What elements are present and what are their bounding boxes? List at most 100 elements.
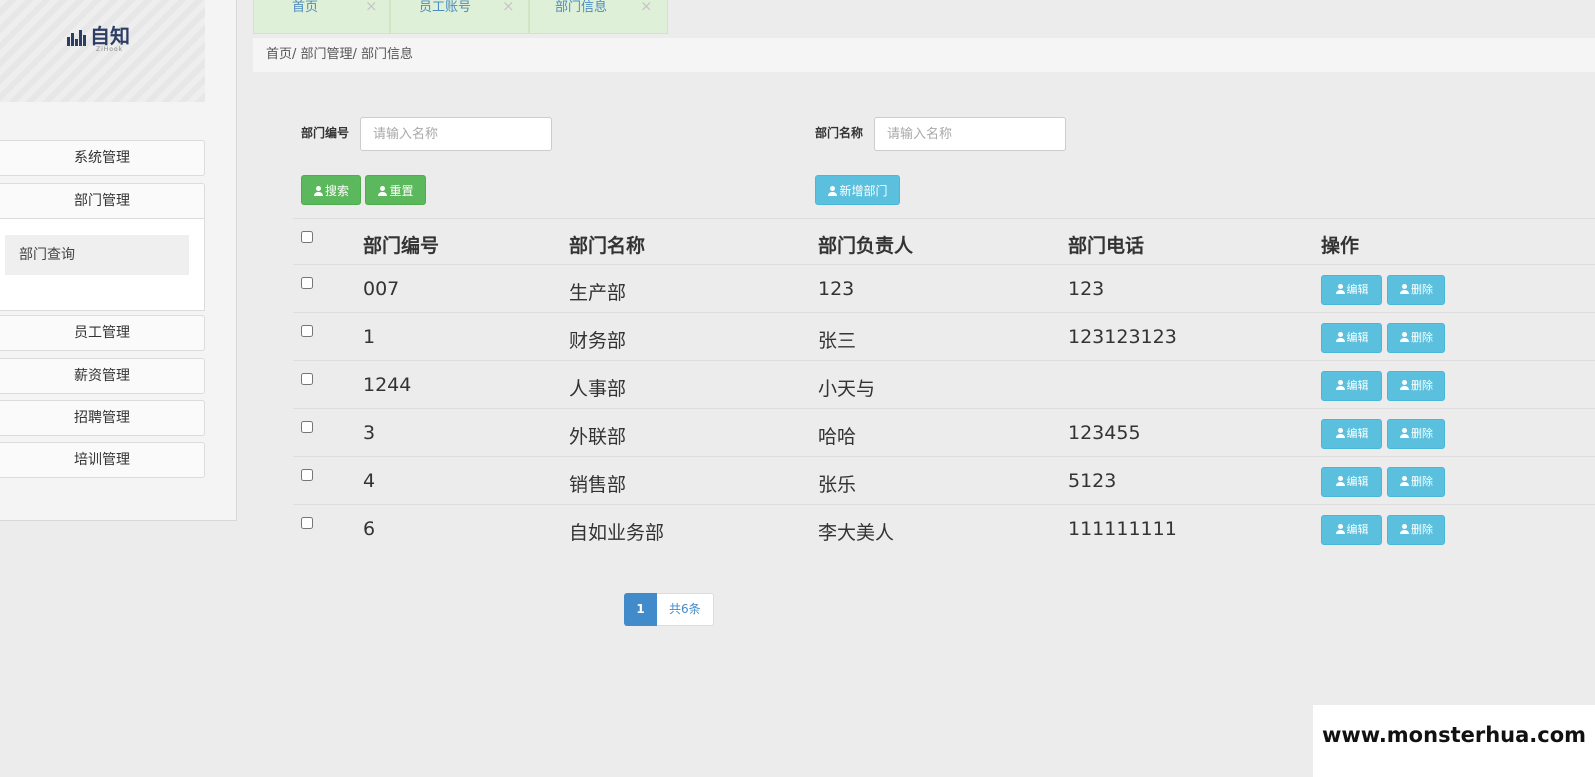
- department-table: 部门编号 部门名称 部门负责人 部门电话 操作 007 生产部 123 123 …: [293, 218, 1595, 552]
- delete-button[interactable]: 删除: [1387, 467, 1445, 497]
- edit-button[interactable]: 编辑: [1321, 275, 1382, 305]
- delete-button[interactable]: 删除: [1387, 419, 1445, 449]
- cell-dept-phone: 123: [1068, 278, 1105, 300]
- user-icon: [1335, 524, 1345, 534]
- table-row: 3 外联部 哈哈 123455 编辑 删除: [293, 408, 1595, 456]
- header-dept-phone: 部门电话: [1068, 235, 1145, 257]
- breadcrumb: 首页/ 部门管理/ 部门信息: [253, 38, 1595, 72]
- submenu-dept-query[interactable]: 部门查询: [5, 235, 189, 275]
- logo-bars-icon: [67, 30, 86, 46]
- row-checkbox[interactable]: [301, 421, 313, 433]
- delete-label: 删除: [1411, 283, 1433, 296]
- cell-dept-name: 人事部: [569, 378, 627, 400]
- delete-button[interactable]: 删除: [1387, 515, 1445, 545]
- table-row: 4 销售部 张乐 5123 编辑 删除: [293, 456, 1595, 504]
- user-icon: [1399, 476, 1409, 486]
- row-checkbox[interactable]: [301, 277, 313, 289]
- cell-dept-name: 外联部: [569, 426, 627, 448]
- edit-label: 编辑: [1346, 331, 1369, 344]
- delete-button[interactable]: 删除: [1387, 323, 1445, 353]
- cell-dept-leader: 123: [818, 278, 855, 300]
- delete-label: 删除: [1411, 475, 1433, 488]
- row-checkbox[interactable]: [301, 517, 313, 529]
- logo-text: 自知: [90, 24, 130, 48]
- cell-dept-name: 自如业务部: [569, 522, 665, 544]
- delete-label: 删除: [1411, 331, 1433, 344]
- cell-dept-phone: 123123123: [1068, 326, 1177, 348]
- select-all-checkbox[interactable]: [301, 231, 313, 243]
- cell-dept-no: 6: [363, 518, 376, 540]
- cell-dept-no: 1: [363, 326, 376, 348]
- cell-dept-no: 1244: [363, 374, 412, 396]
- menu-employee[interactable]: 员工管理: [0, 315, 205, 351]
- cell-dept-leader: 张三: [818, 330, 857, 352]
- edit-button[interactable]: 编辑: [1321, 467, 1382, 497]
- cell-dept-phone: 123455: [1068, 422, 1141, 444]
- user-icon: [1399, 524, 1409, 534]
- close-icon[interactable]: ×: [640, 0, 653, 14]
- edit-label: 编辑: [1346, 379, 1369, 392]
- close-icon[interactable]: ×: [502, 0, 515, 14]
- header-dept-name: 部门名称: [569, 235, 646, 257]
- header-dept-no: 部门编号: [363, 235, 440, 257]
- cell-dept-leader: 张乐: [818, 474, 857, 496]
- header-actions: 操作: [1321, 235, 1360, 257]
- tab-department-info[interactable]: 部门信息 ×: [529, 0, 668, 34]
- pagination: 1 共6条: [624, 593, 714, 626]
- dept-name-input[interactable]: [874, 117, 1066, 151]
- user-icon: [1399, 284, 1409, 294]
- row-checkbox[interactable]: [301, 469, 313, 481]
- row-checkbox[interactable]: [301, 373, 313, 385]
- reset-button[interactable]: 重置: [365, 175, 426, 205]
- user-icon: [377, 186, 388, 196]
- cell-dept-no: 4: [363, 470, 376, 492]
- menu-recruit[interactable]: 招聘管理: [0, 400, 205, 436]
- total-count: 共6条: [657, 593, 714, 626]
- user-icon: [1399, 380, 1409, 390]
- edit-button[interactable]: 编辑: [1321, 371, 1382, 401]
- delete-button[interactable]: 删除: [1387, 275, 1445, 305]
- table-row: 6 自如业务部 李大美人 111111111 编辑 删除: [293, 504, 1595, 552]
- cell-dept-no: 007: [363, 278, 400, 300]
- tab-label: 部门信息: [555, 0, 608, 15]
- page-1-button[interactable]: 1: [624, 593, 657, 626]
- user-icon: [1399, 428, 1409, 438]
- cell-dept-name: 财务部: [569, 330, 627, 352]
- close-icon[interactable]: ×: [365, 0, 378, 14]
- user-icon: [1335, 476, 1345, 486]
- user-icon: [1335, 332, 1345, 342]
- header-dept-leader: 部门负责人: [818, 235, 914, 257]
- logo-area: 自知 ZiHook: [0, 0, 205, 102]
- user-icon: [1335, 284, 1345, 294]
- cell-dept-leader: 小天与: [818, 378, 876, 400]
- add-department-button[interactable]: 新增部门: [815, 175, 900, 205]
- menu-salary[interactable]: 薪资管理: [0, 358, 205, 394]
- dept-name-label: 部门名称: [815, 126, 864, 140]
- table-row: 007 生产部 123 123 编辑 删除: [293, 264, 1595, 312]
- user-icon: [1335, 428, 1345, 438]
- delete-label: 删除: [1411, 427, 1433, 440]
- edit-button[interactable]: 编辑: [1321, 515, 1382, 545]
- tab-bar: 首页 × 员工账号 × 部门信息 ×: [253, 0, 668, 34]
- reset-button-label: 重置: [389, 184, 414, 198]
- cell-dept-phone: 5123: [1068, 470, 1117, 492]
- delete-button[interactable]: 删除: [1387, 371, 1445, 401]
- tab-employee-account[interactable]: 员工账号 ×: [390, 0, 529, 34]
- edit-button[interactable]: 编辑: [1321, 323, 1382, 353]
- edit-label: 编辑: [1346, 475, 1369, 488]
- table-row: 1 财务部 张三 123123123 编辑 删除: [293, 312, 1595, 360]
- menu-training[interactable]: 培训管理: [0, 442, 205, 478]
- edit-label: 编辑: [1346, 523, 1369, 536]
- tab-home[interactable]: 首页 ×: [253, 0, 390, 34]
- dept-no-input[interactable]: [360, 117, 552, 151]
- row-checkbox[interactable]: [301, 325, 313, 337]
- edit-label: 编辑: [1346, 427, 1369, 440]
- add-department-button-label: 新增部门: [839, 184, 888, 198]
- logo-subtext: ZiHook: [96, 46, 124, 53]
- menu-system[interactable]: 系统管理: [0, 140, 205, 176]
- search-button[interactable]: 搜索: [301, 175, 361, 205]
- menu-department[interactable]: 部门管理: [0, 183, 205, 219]
- edit-button[interactable]: 编辑: [1321, 419, 1382, 449]
- cell-dept-phone: 111111111: [1068, 518, 1177, 540]
- cell-dept-name: 生产部: [569, 282, 627, 304]
